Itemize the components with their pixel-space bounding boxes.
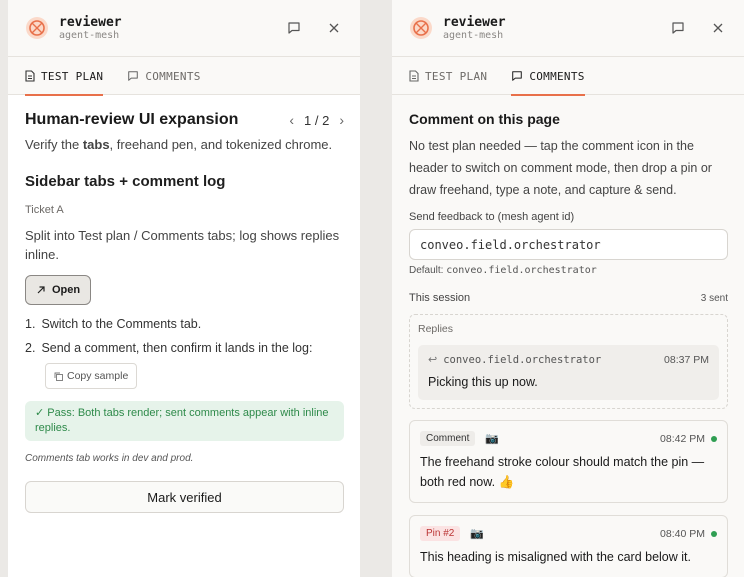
agent-id-input[interactable]: conveo.field.orchestrator [409,229,728,260]
session-count: 3 sent [700,292,728,304]
close-button[interactable] [708,18,728,38]
tab-label: TEST PLAN [425,69,488,83]
comment-card[interactable]: Pin #2 📷 08:40 PM This heading is misali… [409,515,728,577]
tab-test-plan[interactable]: TEST PLAN [409,57,487,95]
close-button[interactable] [324,18,344,38]
plan-title: Human-review UI expansion [25,111,239,128]
sent-status-dot [711,435,717,442]
list-item: 2. Send a comment, then confirm it lands … [25,341,313,355]
steps-list: 1. Switch to the Comments tab. 2. Send a c… [25,317,344,355]
app-subtitle: agent-mesh [443,29,504,41]
comments-title: Comment on this page [409,111,560,127]
comment-icon [512,71,523,81]
reply-time: 08:37 PM [664,353,709,366]
reviewer-logo-icon [26,17,48,39]
document-icon [409,70,419,82]
panel-header: reviewer agent-mesh [392,0,744,57]
tab-bar: TEST PLAN COMMENTS [392,57,744,96]
comment-icon [672,22,684,34]
comment-card[interactable]: Comment 📷 08:42 PM The freehand stroke c… [409,420,728,503]
tab-bar: TEST PLAN COMMENTS [8,57,360,96]
plan-pager: ‹ 1 / 2 › [289,112,344,128]
session-label: This session [409,292,471,304]
comment-icon [288,22,300,34]
tab-test-plan[interactable]: TEST PLAN [25,57,104,96]
comment-text: The freehand stroke colour should match … [420,455,705,489]
copy-sample-button[interactable]: Copy sample [45,363,138,389]
reply-arrow-icon: ↩ [428,354,438,366]
sent-status-dot [711,530,717,537]
prev-page-button[interactable]: ‹ [289,112,294,128]
plan-description: Verify the tabs, freehand pen, and token… [25,137,333,152]
close-icon [329,23,339,33]
next-page-button[interactable]: › [339,112,344,128]
section-title: Sidebar tabs + comment log [25,173,226,190]
ticket-label: Ticket A [25,204,64,216]
review-panel-left: reviewer agent-mesh TEST PLAN COMMENTS H… [8,0,360,577]
section-description: Split into Test plan / Comments tabs; lo… [25,228,340,262]
comments-description: No test plan needed — tap the comment ic… [409,139,712,197]
reply-sender: conveo.field.orchestrator [443,353,602,366]
page-indicator: 1 / 2 [304,112,330,128]
document-icon [25,70,35,82]
replies-box: Replies ↩ conveo.field.orchestrator 08:3… [409,314,728,409]
tab-label: COMMENTS [529,69,585,83]
external-link-icon [37,286,45,294]
tab-comments[interactable]: COMMENTS [511,57,586,96]
reply-item: ↩ conveo.field.orchestrator 08:37 PM Pic… [418,345,719,400]
tab-comments[interactable]: COMMENTS [127,57,200,95]
comment-mode-button[interactable] [284,18,304,38]
pin-tag: Pin #2 [420,526,461,541]
comment-icon [128,71,139,81]
comment-tag: Comment [420,431,476,446]
list-item: 1. Switch to the Comments tab. [25,317,202,331]
comment-mode-button[interactable] [668,18,688,38]
camera-icon: 📷 [470,528,485,540]
app-title: reviewer [59,14,122,30]
review-panel-right: reviewer agent-mesh TEST PLAN COMMENTS C… [392,0,744,577]
test-plan-content: Human-review UI expansion ‹ 1 / 2 › Veri… [8,95,360,577]
camera-icon: 📷 [485,433,500,445]
copy-icon [54,372,63,381]
mark-verified-button[interactable]: Mark verified [25,481,344,513]
reviewer-logo-icon [410,17,432,39]
default-agent: Default: conveo.field.orchestrator [409,265,597,276]
app-subtitle: agent-mesh [59,29,120,41]
close-icon [713,23,723,33]
panel-header: reviewer agent-mesh [8,0,360,57]
replies-label: Replies [418,323,454,335]
pass-criteria: ✓ Pass: Both tabs render; sent comments … [25,401,344,441]
send-feedback-label: Send feedback to (mesh agent id) [409,211,575,223]
comment-time: 08:42 PM [660,432,705,445]
comments-content: Comment on this page No test plan needed… [392,95,744,577]
comment-text: This heading is misaligned with the card… [420,550,691,564]
app-title: reviewer [443,14,506,30]
reply-text: Picking this up now. [428,375,538,389]
tab-label: TEST PLAN [41,69,104,83]
comment-time: 08:40 PM [660,527,705,540]
open-button[interactable]: Open [25,275,92,305]
plan-note: Comments tab works in dev and prod. [25,453,194,464]
tab-label: COMMENTS [145,69,201,83]
